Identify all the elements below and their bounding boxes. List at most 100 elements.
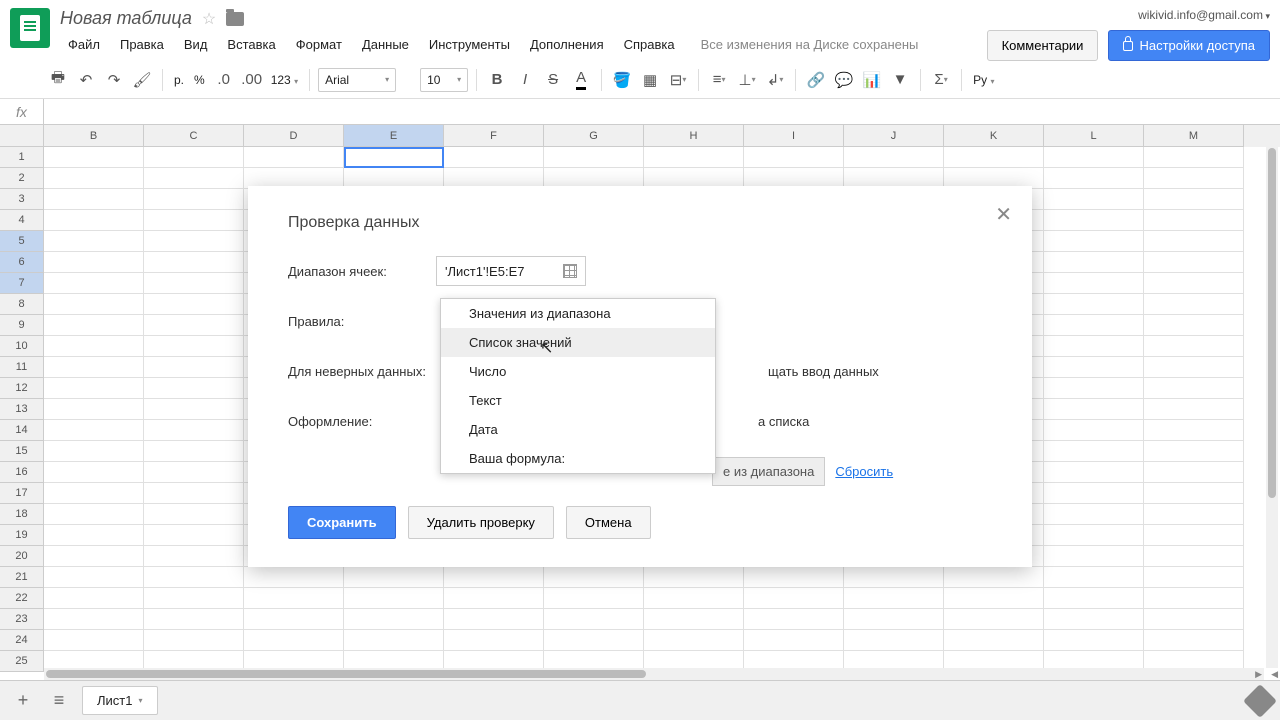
cell[interactable] <box>1144 399 1244 420</box>
cell[interactable] <box>1044 168 1144 189</box>
cell[interactable] <box>144 294 244 315</box>
cell[interactable] <box>344 588 444 609</box>
cell[interactable] <box>1044 462 1144 483</box>
cell[interactable] <box>44 315 144 336</box>
reset-link[interactable]: Сбросить <box>835 464 893 479</box>
row-header[interactable]: 24 <box>0 630 44 651</box>
cell-range-input[interactable]: 'Лист1'!E5:E7 <box>436 256 586 286</box>
column-header[interactable]: C <box>144 125 244 147</box>
cell[interactable] <box>1144 273 1244 294</box>
cell[interactable] <box>1144 546 1244 567</box>
cell[interactable] <box>1044 378 1144 399</box>
cell[interactable] <box>544 567 644 588</box>
cell[interactable] <box>844 147 944 168</box>
cell[interactable] <box>1044 504 1144 525</box>
cell[interactable] <box>44 504 144 525</box>
cell[interactable] <box>844 630 944 651</box>
cell[interactable] <box>844 567 944 588</box>
cell[interactable] <box>44 588 144 609</box>
cell[interactable] <box>544 147 644 168</box>
wrap-icon[interactable]: ↲▾ <box>763 68 787 92</box>
row-header[interactable]: 17 <box>0 483 44 504</box>
dropdown-item[interactable]: Дата <box>441 415 715 444</box>
cell[interactable] <box>944 609 1044 630</box>
cell[interactable] <box>144 525 244 546</box>
row-header[interactable]: 22 <box>0 588 44 609</box>
cell[interactable] <box>44 546 144 567</box>
cell[interactable] <box>944 567 1044 588</box>
cancel-button[interactable]: Отмена <box>566 506 651 539</box>
row-header[interactable]: 8 <box>0 294 44 315</box>
cell[interactable] <box>444 630 544 651</box>
cell[interactable] <box>1144 462 1244 483</box>
cell[interactable] <box>1144 420 1244 441</box>
cell[interactable] <box>444 588 544 609</box>
cell[interactable] <box>744 567 844 588</box>
cell[interactable] <box>44 567 144 588</box>
cell[interactable] <box>1044 147 1144 168</box>
explore-button[interactable] <box>1243 684 1277 718</box>
cell[interactable] <box>744 588 844 609</box>
cell[interactable] <box>1044 441 1144 462</box>
cell[interactable] <box>844 609 944 630</box>
redo-icon[interactable]: ↷ <box>102 68 126 92</box>
cell[interactable] <box>944 630 1044 651</box>
cell[interactable] <box>1144 210 1244 231</box>
cell[interactable] <box>144 420 244 441</box>
cell[interactable] <box>844 588 944 609</box>
menu-item[interactable]: Справка <box>616 33 683 56</box>
strike-icon[interactable]: S <box>541 68 565 92</box>
cell[interactable] <box>1044 336 1144 357</box>
column-header[interactable]: E <box>344 125 444 147</box>
cell[interactable] <box>144 357 244 378</box>
doc-title[interactable]: Новая таблица <box>60 8 192 29</box>
cell[interactable] <box>144 399 244 420</box>
cell[interactable] <box>144 483 244 504</box>
row-header[interactable]: 3 <box>0 189 44 210</box>
cell[interactable] <box>444 567 544 588</box>
cell[interactable] <box>144 609 244 630</box>
cell[interactable] <box>44 420 144 441</box>
cell[interactable] <box>144 567 244 588</box>
cell[interactable] <box>44 294 144 315</box>
cell[interactable] <box>344 147 444 168</box>
cell[interactable] <box>44 147 144 168</box>
cell[interactable] <box>144 210 244 231</box>
row-header[interactable]: 14 <box>0 420 44 441</box>
comments-button[interactable]: Комментарии <box>987 30 1099 61</box>
cell[interactable] <box>1144 525 1244 546</box>
currency-format[interactable]: р. <box>171 73 187 87</box>
row-header[interactable]: 18 <box>0 504 44 525</box>
column-header[interactable]: K <box>944 125 1044 147</box>
cell[interactable] <box>1144 357 1244 378</box>
cell[interactable] <box>1144 630 1244 651</box>
share-button[interactable]: Настройки доступа <box>1108 30 1270 61</box>
row-header[interactable]: 11 <box>0 357 44 378</box>
row-header[interactable]: 12 <box>0 378 44 399</box>
menu-item[interactable]: Файл <box>60 33 108 56</box>
column-header[interactable]: B <box>44 125 144 147</box>
merge-icon[interactable]: ⊟▾ <box>666 68 690 92</box>
row-header[interactable]: 5 <box>0 231 44 252</box>
cell[interactable] <box>1044 525 1144 546</box>
column-header[interactable]: D <box>244 125 344 147</box>
cell[interactable] <box>244 630 344 651</box>
cell[interactable] <box>144 252 244 273</box>
row-header[interactable]: 9 <box>0 315 44 336</box>
menu-item[interactable]: Инструменты <box>421 33 518 56</box>
cell[interactable] <box>44 378 144 399</box>
column-header[interactable]: H <box>644 125 744 147</box>
dropdown-item[interactable]: Число <box>441 357 715 386</box>
cell[interactable] <box>1044 210 1144 231</box>
cell[interactable] <box>1044 630 1144 651</box>
bold-icon[interactable]: B <box>485 68 509 92</box>
hint-box[interactable]: е из диапазона <box>712 457 825 486</box>
sheet-tab[interactable]: Лист1▾ <box>82 686 158 715</box>
cell[interactable] <box>144 315 244 336</box>
account-email[interactable]: wikivid.info@gmail.com <box>1138 8 1270 22</box>
cell[interactable] <box>1044 315 1144 336</box>
cell[interactable] <box>44 336 144 357</box>
cell[interactable] <box>144 546 244 567</box>
cell[interactable] <box>44 210 144 231</box>
row-header[interactable]: 20 <box>0 546 44 567</box>
